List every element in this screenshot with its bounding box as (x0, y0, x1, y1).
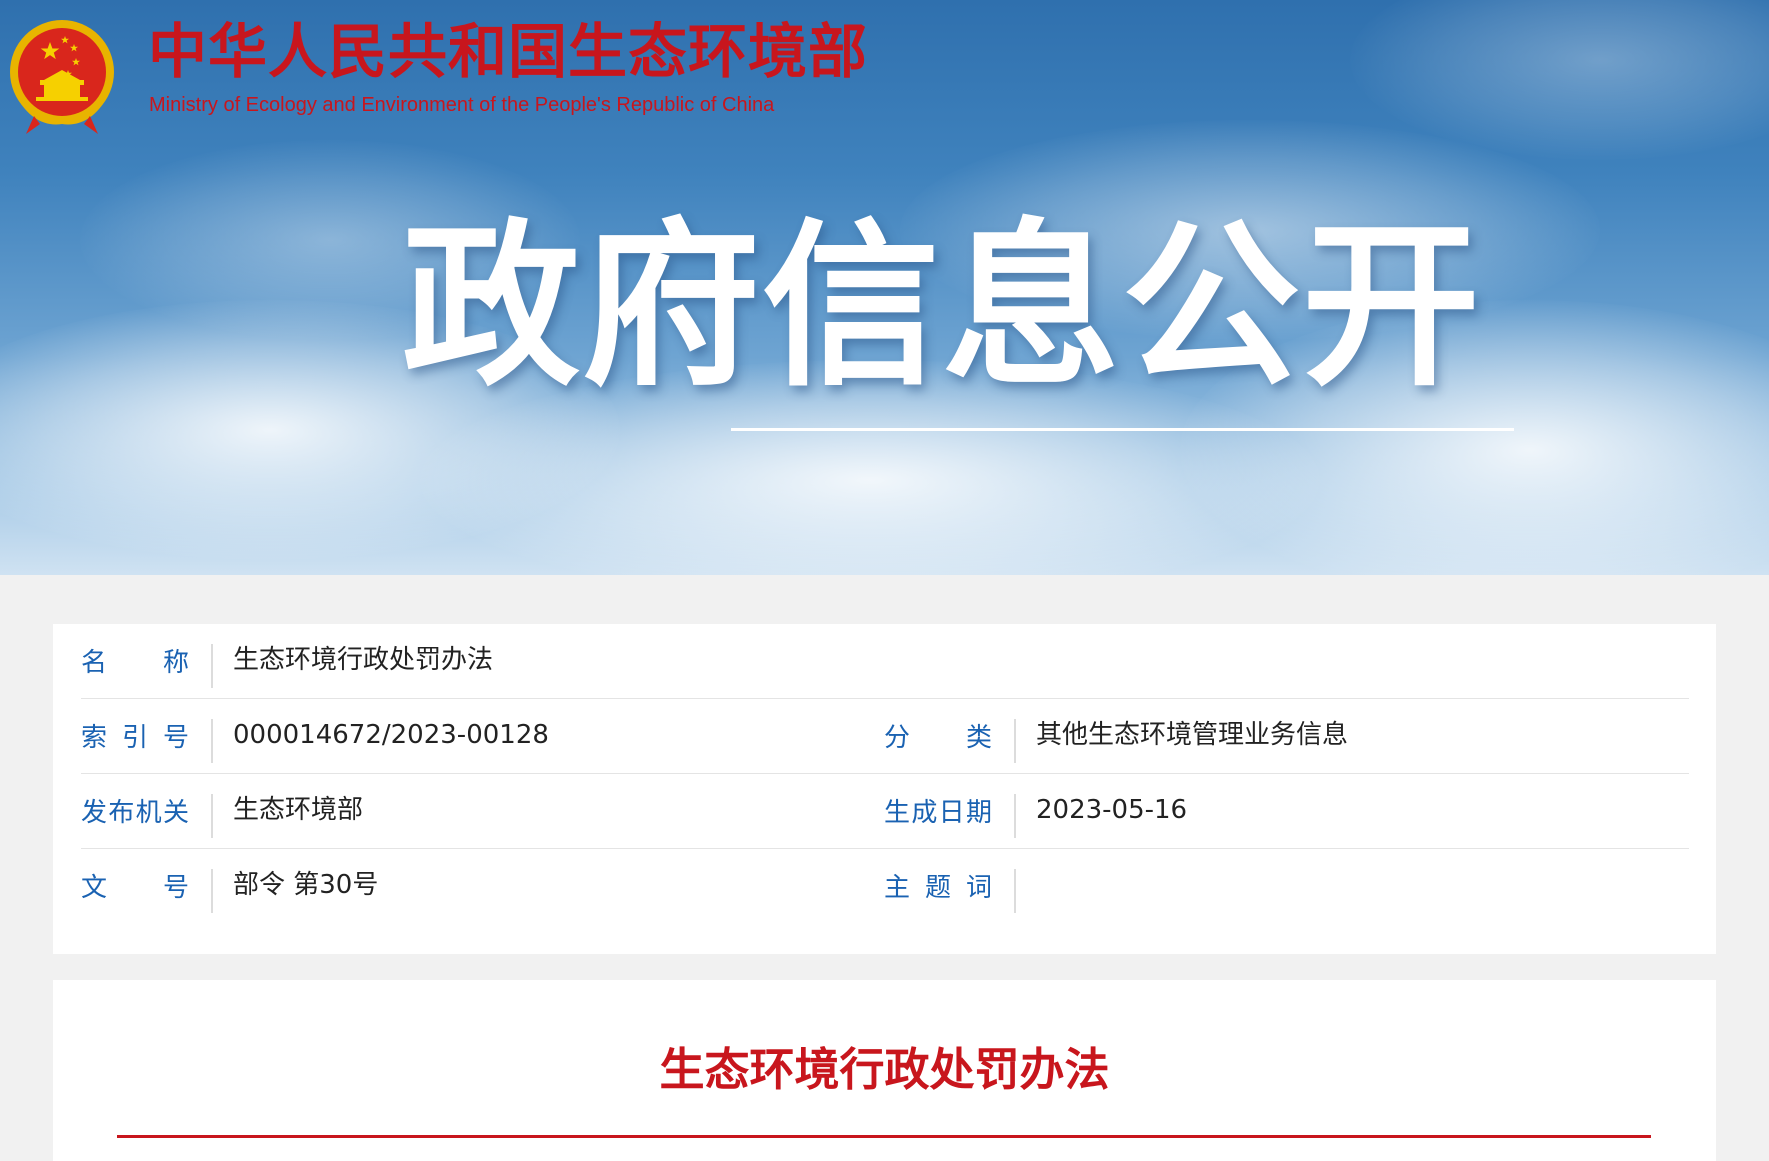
info-value-publisher: 生态环境部 (233, 795, 364, 825)
article-panel: 生态环境行政处罚办法 (53, 980, 1716, 1161)
info-label-doc-no: 文号 (81, 873, 189, 903)
info-cell-index: 索引号 000014672/2023-00128 (81, 699, 881, 773)
info-cell-keywords: 主题词 (884, 849, 1684, 923)
info-label-category: 分类 (884, 723, 992, 753)
info-divider (1014, 719, 1016, 763)
info-label-publisher: 发布机关 (81, 798, 189, 828)
info-divider (211, 644, 213, 688)
info-divider (1014, 869, 1016, 913)
banner-title: 政府信息公开 (402, 203, 1482, 410)
ministry-name-cn[interactable]: 中华人民共和国生态环境部 (148, 22, 868, 81)
info-value-name: 生态环境行政处罚办法 (233, 645, 494, 675)
info-row-publisher: 发布机关 生态环境部 生成日期 2023-05-16 (81, 774, 1689, 849)
info-value-doc-no: 部令 第30号 (233, 870, 379, 900)
info-value-date: 2023-05-16 (1036, 795, 1188, 825)
article-title: 生态环境行政处罚办法 (659, 1043, 1110, 1096)
info-divider (211, 719, 213, 763)
info-value-category: 其他生态环境管理业务信息 (1036, 720, 1349, 750)
info-row-name: 名称 生态环境行政处罚办法 (81, 624, 1689, 699)
info-cell-category: 分类 其他生态环境管理业务信息 (884, 699, 1684, 773)
info-divider (211, 869, 213, 913)
info-divider (211, 794, 213, 838)
document-info-panel: 名称 生态环境行政处罚办法 索引号 000014672/2023-00128 分… (53, 624, 1716, 954)
info-cell-name: 名称 生态环境行政处罚办法 (81, 624, 881, 698)
national-emblem-icon[interactable] (4, 16, 120, 136)
info-label-index: 索引号 (81, 723, 189, 753)
info-label-name: 名称 (81, 648, 189, 678)
ministry-name-en[interactable]: Ministry of Ecology and Environment of t… (149, 95, 774, 115)
info-cell-publisher: 发布机关 生态环境部 (81, 774, 881, 848)
info-row-index: 索引号 000014672/2023-00128 分类 其他生态环境管理业务信息 (81, 699, 1689, 774)
info-label-keywords: 主题词 (884, 873, 992, 903)
banner-underline (731, 428, 1514, 431)
info-cell-date: 生成日期 2023-05-16 (884, 774, 1684, 848)
info-label-date: 生成日期 (884, 798, 992, 828)
info-value-index: 000014672/2023-00128 (233, 720, 549, 750)
header-banner: 中华人民共和国生态环境部 Ministry of Ecology and Env… (0, 0, 1769, 575)
info-cell-doc-no: 文号 部令 第30号 (81, 849, 881, 923)
info-row-doc-no: 文号 部令 第30号 主题词 (81, 849, 1689, 923)
article-title-underline (117, 1135, 1651, 1138)
info-divider (1014, 794, 1016, 838)
